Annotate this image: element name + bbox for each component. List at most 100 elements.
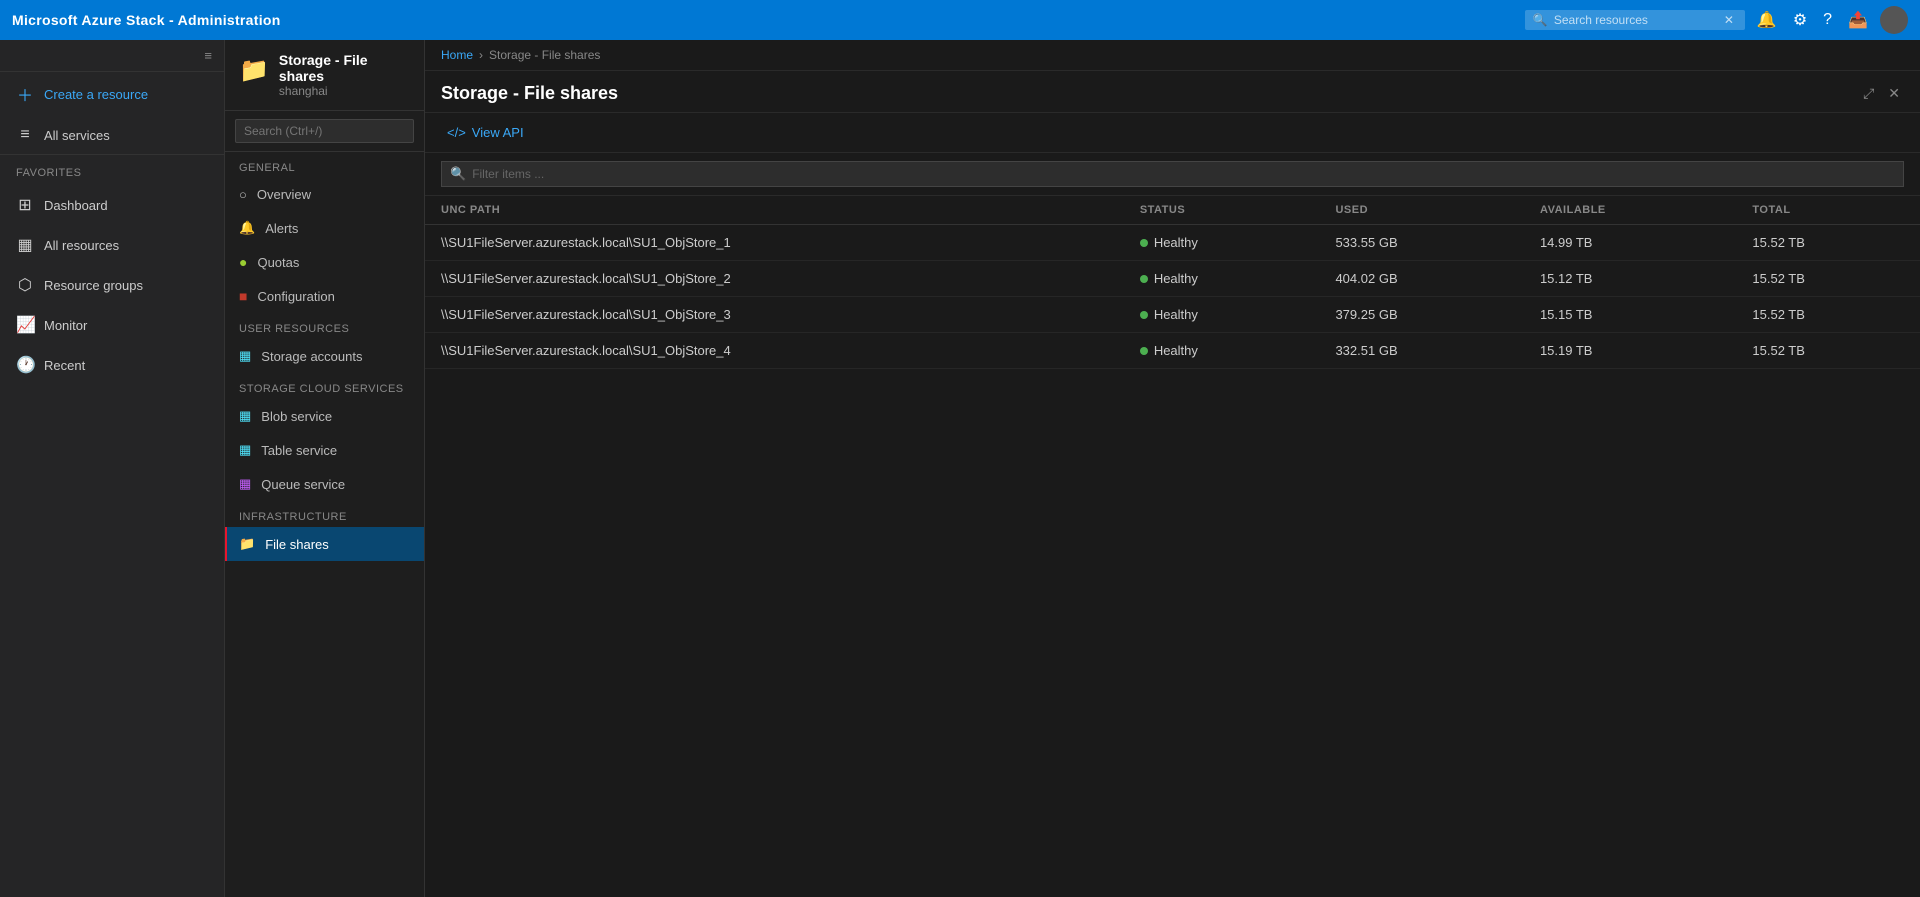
breadcrumb-current: Storage - File shares (489, 48, 600, 62)
quotas-icon: ● (239, 254, 247, 270)
cell-available: 15.19 TB (1524, 333, 1736, 369)
table-row[interactable]: \\SU1FileServer.azurestack.local\SU1_Obj… (425, 225, 1920, 261)
favorites-label: FAVORITES (0, 163, 224, 185)
all-services-label: All services (44, 128, 110, 143)
cell-unc-path: \\SU1FileServer.azurestack.local\SU1_Obj… (425, 297, 1124, 333)
resource-search-input[interactable] (235, 119, 414, 143)
search-box[interactable]: 🔍 ✕ (1525, 10, 1745, 30)
toolbar: </> View API (425, 113, 1920, 153)
content: Home › Storage - File shares Storage - F… (425, 40, 1920, 897)
filter-icon: 🔍 (450, 166, 466, 182)
breadcrumb-separator: › (479, 48, 483, 62)
resource-header: 📁 Storage - File shares shanghai (225, 40, 424, 111)
table-body: \\SU1FileServer.azurestack.local\SU1_Obj… (425, 225, 1920, 369)
filter-input-wrap[interactable]: 🔍 (441, 161, 1904, 187)
breadcrumb-home[interactable]: Home (441, 48, 473, 62)
resource-nav-quotas[interactable]: ● Quotas (225, 245, 424, 279)
search-input[interactable] (1554, 13, 1724, 27)
col-used: USED (1319, 196, 1524, 225)
status-badge: Healthy (1154, 307, 1198, 322)
resource-nav-table-service[interactable]: ▦ Table service (225, 433, 424, 467)
app-title: Microsoft Azure Stack - Administration (12, 12, 281, 28)
plus-icon: ＋ (16, 82, 34, 106)
search-icon: 🔍 (1533, 13, 1548, 27)
resource-nav-alerts[interactable]: 🔔 Alerts (225, 211, 424, 245)
storage-folder-icon: 📁 (239, 56, 269, 85)
table-row[interactable]: \\SU1FileServer.azurestack.local\SU1_Obj… (425, 297, 1920, 333)
resource-nav-blob-service[interactable]: ▦ Blob service (225, 399, 424, 433)
cell-used: 533.55 GB (1319, 225, 1524, 261)
recent-icon: 🕐 (16, 355, 34, 375)
cell-total: 15.52 TB (1736, 333, 1920, 369)
topbar: Microsoft Azure Stack - Administration 🔍… (0, 0, 1920, 40)
sidebar-item-all-resources-label: All resources (44, 238, 119, 253)
table-row[interactable]: \\SU1FileServer.azurestack.local\SU1_Obj… (425, 333, 1920, 369)
sidebar-item-resource-groups[interactable]: ⬡ Resource groups (0, 265, 224, 305)
sidebar-item-all-resources[interactable]: ▦ All resources (0, 225, 224, 265)
filter-input[interactable] (472, 167, 1895, 181)
cell-status: Healthy (1124, 225, 1320, 261)
status-dot (1140, 311, 1148, 319)
storage-accounts-label: Storage accounts (261, 349, 362, 364)
status-dot (1140, 239, 1148, 247)
infrastructure-section-label: INFRASTRUCTURE (225, 501, 424, 527)
close-button[interactable]: ✕ (1884, 83, 1904, 104)
sidebar-item-dashboard-label: Dashboard (44, 198, 108, 213)
help-icon[interactable]: ? (1819, 7, 1836, 33)
table-wrap: UNC PATH STATUS USED AVAILABLE TOTAL \\S… (425, 196, 1920, 897)
cell-unc-path: \\SU1FileServer.azurestack.local\SU1_Obj… (425, 261, 1124, 297)
resource-search[interactable] (225, 111, 424, 152)
create-resource-label: Create a resource (44, 87, 148, 102)
status-badge: Healthy (1154, 343, 1198, 358)
cell-available: 14.99 TB (1524, 225, 1736, 261)
maximize-button[interactable]: ⤢ (1859, 83, 1878, 104)
cell-unc-path: \\SU1FileServer.azurestack.local\SU1_Obj… (425, 333, 1124, 369)
sidebar-item-all-services[interactable]: ≡ All services (0, 116, 224, 154)
resource-nav-file-shares[interactable]: 📁 File shares (225, 527, 424, 561)
overview-label: Overview (257, 187, 311, 202)
col-unc-path: UNC PATH (425, 196, 1124, 225)
status-badge: Healthy (1154, 235, 1198, 250)
resource-nav-storage-accounts[interactable]: ▦ Storage accounts (225, 339, 424, 373)
cell-used: 379.25 GB (1319, 297, 1524, 333)
sidebar: ≡ ＋ Create a resource ≡ All services FAV… (0, 40, 225, 897)
col-available: AVAILABLE (1524, 196, 1736, 225)
file-shares-table: UNC PATH STATUS USED AVAILABLE TOTAL \\S… (425, 196, 1920, 369)
storage-cloud-section-label: STORAGE CLOUD SERVICES (225, 373, 424, 399)
search-clear-icon[interactable]: ✕ (1724, 13, 1734, 27)
cell-total: 15.52 TB (1736, 297, 1920, 333)
sidebar-item-recent[interactable]: 🕐 Recent (0, 345, 224, 385)
favorites-section: FAVORITES ⊞ Dashboard ▦ All resources ⬡ … (0, 154, 224, 387)
view-api-button[interactable]: </> View API (441, 121, 530, 144)
overview-icon: ○ (239, 187, 247, 202)
file-shares-icon: 📁 (239, 536, 255, 552)
file-shares-label: File shares (265, 537, 329, 552)
sidebar-item-monitor[interactable]: 📈 Monitor (0, 305, 224, 345)
settings-icon[interactable]: ⚙ (1789, 6, 1811, 34)
resource-nav-queue-service[interactable]: ▦ Queue service (225, 467, 424, 501)
resource-nav-configuration[interactable]: ■ Configuration (225, 279, 424, 313)
storage-accounts-icon: ▦ (239, 348, 251, 364)
col-status: STATUS (1124, 196, 1320, 225)
resource-title: Storage - File shares (279, 52, 410, 84)
feedback-icon[interactable]: 📤 (1844, 6, 1872, 34)
create-resource-button[interactable]: ＋ Create a resource (0, 72, 224, 116)
col-total: TOTAL (1736, 196, 1920, 225)
cell-available: 15.12 TB (1524, 261, 1736, 297)
blob-service-icon: ▦ (239, 408, 251, 424)
view-api-label: View API (472, 125, 524, 140)
cell-used: 404.02 GB (1319, 261, 1524, 297)
topbar-right: 🔍 ✕ 🔔 ⚙ ? 📤 (1525, 6, 1908, 34)
sidebar-item-dashboard[interactable]: ⊞ Dashboard (0, 185, 224, 225)
resources-icon: ▦ (16, 235, 34, 255)
table-service-label: Table service (261, 443, 337, 458)
blob-service-label: Blob service (261, 409, 332, 424)
notifications-icon[interactable]: 🔔 (1753, 6, 1781, 34)
collapse-icon[interactable]: ≡ (204, 48, 212, 63)
resource-subtitle: shanghai (279, 84, 410, 98)
sidebar-toggle[interactable]: ≡ (0, 40, 224, 72)
table-row[interactable]: \\SU1FileServer.azurestack.local\SU1_Obj… (425, 261, 1920, 297)
avatar[interactable] (1880, 6, 1908, 34)
dashboard-icon: ⊞ (16, 195, 34, 215)
resource-nav-overview[interactable]: ○ Overview (225, 178, 424, 211)
